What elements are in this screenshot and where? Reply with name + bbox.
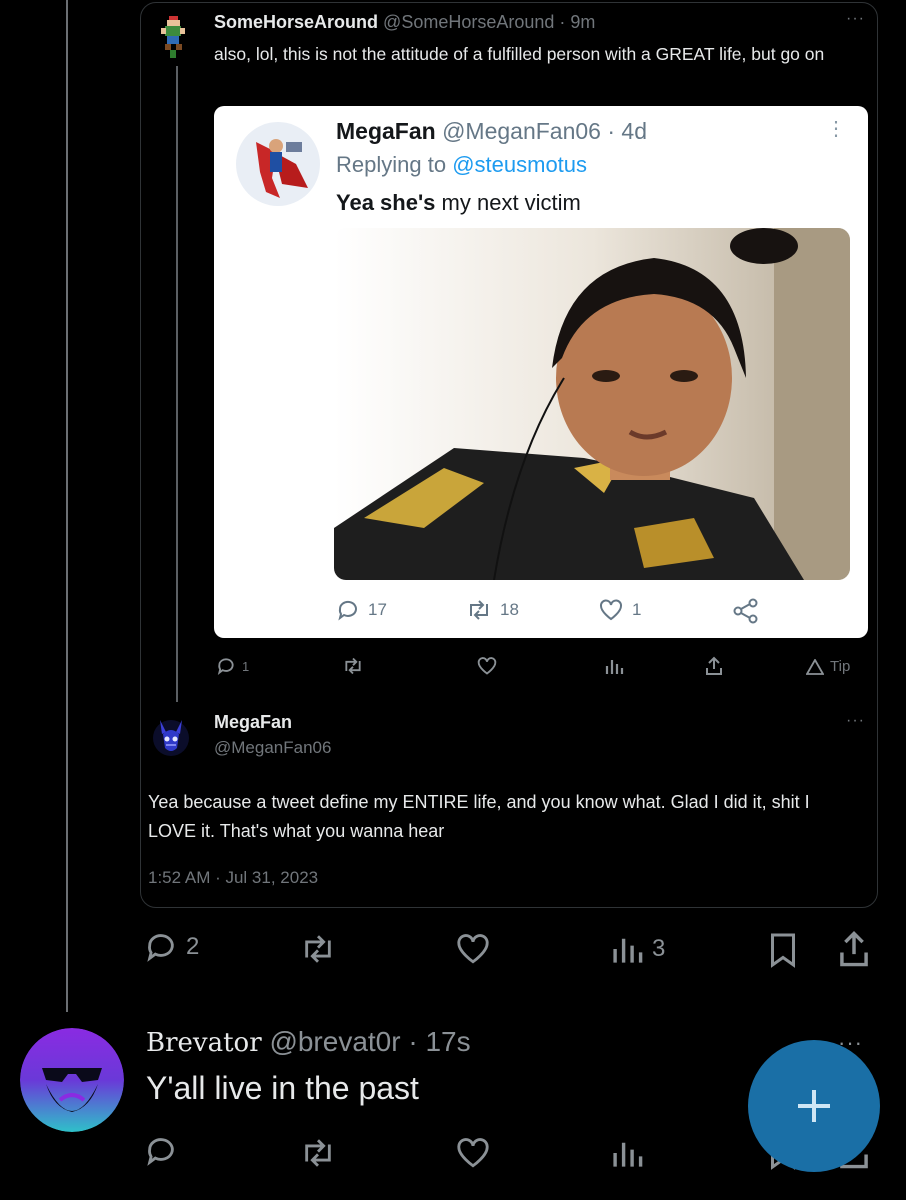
screenshot-photo [334,228,850,580]
quoted-reply-count: 1 [242,658,250,674]
retweet-icon [470,600,488,620]
screenshot-time: · 4d [607,118,647,144]
views-count: 3 [652,935,666,962]
reply-handle[interactable]: @MeganFan06 [214,738,331,758]
like-icon[interactable] [454,1136,492,1170]
share-icon [732,598,760,624]
tip-label: Tip [830,658,851,675]
screenshot-text-bold: Yea she's [336,190,436,215]
brevator-time: · 17s [408,1026,471,1057]
share-icon[interactable] [704,656,724,676]
screenshot-more-icon: ⋮ [826,118,846,140]
screenshot-text-rest: my next victim [435,190,581,215]
screenshot-reply-count: 17 [336,598,387,622]
screenshot-like-count: 1 [598,598,641,622]
replying-prefix: Replying to [336,152,447,177]
replying-to: Replying to @steusmotus [336,152,587,178]
reply-display-name[interactable]: MegaFan [214,712,292,733]
screenshot-header: MegaFan @MeganFan06 · 4d [336,118,647,145]
screenshot-handle: @MeganFan06 [442,118,601,144]
somehorsearound-header: SomeHorseAround @SomeHorseAround · 9m [214,12,595,33]
brevator-text: Y'all live in the past [146,1070,419,1106]
bookmark-icon[interactable] [768,932,798,968]
retweet-icon[interactable] [342,656,364,676]
brevator-avatar[interactable] [20,1028,124,1132]
reply-icon [147,934,174,962]
screenshot-text: Yea she's my next victim [336,190,581,216]
views-icon [613,938,643,963]
reply-count: 2 [186,933,200,960]
compose-button[interactable] [748,1040,880,1172]
reply-icon[interactable] [144,1134,178,1168]
retweet-icon[interactable] [298,932,338,966]
reply-icon [217,658,234,675]
more-options-icon[interactable]: ··· [846,10,865,28]
thread-line [66,0,68,1012]
brevator-header: Brevator @brevat0r · 17s [146,1026,471,1058]
views-icon[interactable] [604,656,624,676]
tip-icon [806,658,824,675]
inner-thread-line [176,66,178,702]
share-icon[interactable] [836,930,872,968]
tweet-text: also, lol, this is not the attitude of a… [214,44,825,64]
screenshot-retweets: 18 [500,600,519,619]
timestamp: · 9m [559,12,596,32]
quoted-reply-button[interactable]: 1 [216,656,249,676]
screenshot-replies: 17 [368,600,387,619]
megafan-avatar[interactable] [150,712,192,760]
screenshot-retweet-count: 18 [466,598,519,622]
reply-button[interactable]: 2 [144,930,199,964]
more-options-icon[interactable]: ··· [846,712,865,730]
brevator-handle[interactable]: @brevat0r [269,1026,400,1057]
megafan-screenshot-avatar [236,122,320,206]
reply-timestamp[interactable]: 1:52 AM · Jul 31, 2023 [148,868,318,888]
handle[interactable]: @SomeHorseAround [383,12,554,32]
retweet-icon[interactable] [298,1136,338,1170]
like-icon[interactable] [454,932,492,966]
like-icon [600,599,622,621]
somehorsearound-avatar[interactable] [156,14,190,60]
display-name[interactable]: SomeHorseAround [214,12,378,32]
compose-plus-icon [798,1090,830,1122]
views-icon[interactable] [610,1136,644,1170]
screenshot-likes: 1 [632,600,642,619]
like-icon[interactable] [476,656,498,676]
screenshot-display-name: MegaFan [336,118,436,144]
reply-text: Yea because a tweet define my ENTIRE lif… [148,792,810,841]
tip-button[interactable]: Tip [806,658,850,675]
views-button[interactable]: 3 [610,932,665,966]
brevator-display-name[interactable]: Brevator [146,1028,262,1058]
replying-mention: @steusmotus [452,152,588,177]
reply-icon [338,600,357,621]
